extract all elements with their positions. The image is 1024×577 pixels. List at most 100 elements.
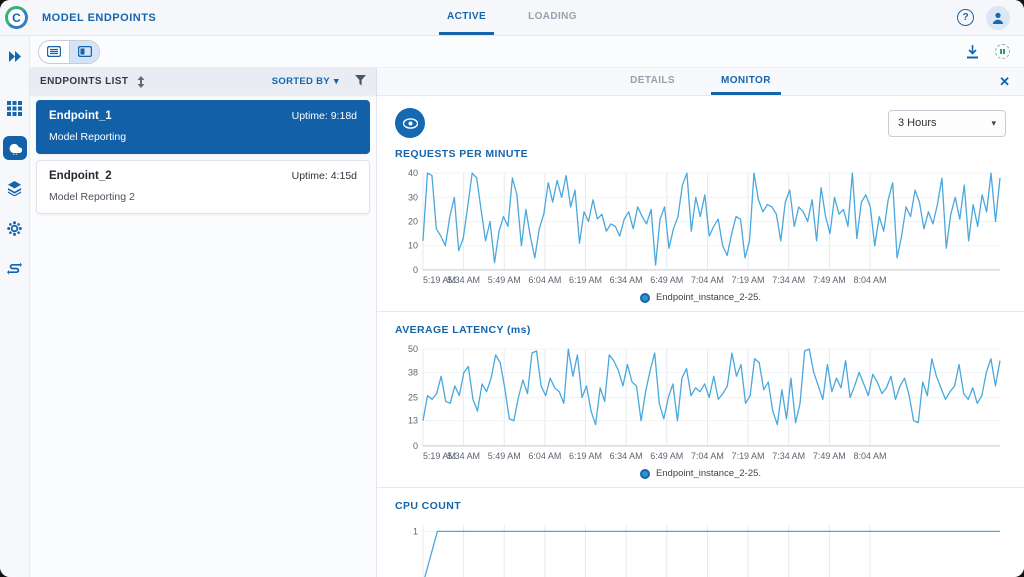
svg-text:6:49 AM: 6:49 AM <box>650 451 683 461</box>
requests-plot: 5:19 AM5:34 AM 5:49 AM 6:04 AM 6:19 AM 6:34 … <box>408 168 1001 285</box>
svg-text:1: 1 <box>413 526 418 536</box>
gear-icon <box>7 220 22 236</box>
grid-icon <box>7 100 22 116</box>
pause-icon <box>995 44 1010 59</box>
sidebar-item-pipelines[interactable] <box>3 256 27 280</box>
svg-text:6:19 AM: 6:19 AM <box>569 275 602 285</box>
svg-text:6:49 AM: 6:49 AM <box>650 275 683 285</box>
top-actions: ? <box>957 5 1024 30</box>
svg-text:7:19 AM: 7:19 AM <box>732 451 765 461</box>
svg-text:30: 30 <box>408 192 418 202</box>
endpoint-uptime: Uptime: 9:18d <box>291 110 357 122</box>
tab-details[interactable]: DETAILS <box>620 68 685 95</box>
svg-text:38: 38 <box>408 367 418 377</box>
visibility-button[interactable] <box>395 108 425 138</box>
top-bar: C MODEL ENDPOINTS ACTIVE LOADING ? <box>0 0 1024 36</box>
sidebar-item-settings[interactable] <box>3 216 27 240</box>
endpoints-list-header: ENDPOINTS LIST SORTED BY ▾ <box>30 68 376 95</box>
sidebar-item-layers[interactable] <box>3 176 27 200</box>
chart-legend[interactable]: Endpoint_instance_2-25. <box>395 292 1006 303</box>
endpoint-card-1[interactable]: Endpoint_1 Uptime: 9:18d Model Reporting <box>36 100 370 154</box>
filter-button[interactable] <box>355 74 366 89</box>
split-view-icon <box>77 46 92 57</box>
sorted-by-dropdown[interactable]: SORTED BY ▾ <box>272 76 339 87</box>
svg-text:7:34 AM: 7:34 AM <box>772 451 805 461</box>
svg-text:7:19 AM: 7:19 AM <box>732 275 765 285</box>
list-view-icon <box>47 46 61 57</box>
route-icon <box>7 261 22 275</box>
toolbar-right <box>966 44 1010 59</box>
svg-text:6:34 AM: 6:34 AM <box>610 275 643 285</box>
filter-icon <box>355 74 366 85</box>
sidebar-rail <box>0 36 30 577</box>
svg-text:7:34 AM: 7:34 AM <box>772 275 805 285</box>
svg-text:20: 20 <box>408 217 418 227</box>
sidebar-item-projects[interactable] <box>3 96 27 120</box>
svg-text:5:34 AM: 5:34 AM <box>447 451 480 461</box>
list-view-button[interactable] <box>39 41 69 63</box>
monitor-controls: 3 Hours ▾ <box>395 108 1006 138</box>
swap-vertical-button[interactable] <box>136 75 146 88</box>
user-avatar[interactable] <box>986 5 1010 30</box>
monitor-tab-bar: DETAILS MONITOR ✕ <box>377 68 1024 96</box>
endpoints-cards: Endpoint_1 Uptime: 9:18d Model Reporting… <box>30 95 376 219</box>
svg-text:5:34 AM: 5:34 AM <box>447 275 480 285</box>
close-icon[interactable]: ✕ <box>999 68 1010 95</box>
svg-text:0: 0 <box>413 441 418 451</box>
svg-text:7:04 AM: 7:04 AM <box>691 275 724 285</box>
chart-title: REQUESTS PER MINUTE <box>395 148 529 160</box>
svg-text:6:04 AM: 6:04 AM <box>528 451 561 461</box>
person-icon <box>992 12 1004 24</box>
svg-text:7:49 AM: 7:49 AM <box>813 451 846 461</box>
endpoints-list-title: ENDPOINTS LIST <box>40 76 129 87</box>
endpoint-uptime: Uptime: 4:15d <box>291 170 357 182</box>
endpoint-description: Model Reporting <box>49 131 127 143</box>
swap-vertical-icon <box>137 75 145 88</box>
svg-text:7:04 AM: 7:04 AM <box>691 451 724 461</box>
app-window: C MODEL ENDPOINTS ACTIVE LOADING ? ENDPO… <box>0 0 1024 577</box>
endpoint-card-2[interactable]: Endpoint_2 Uptime: 4:15d Model Reporting… <box>36 160 370 214</box>
svg-text:0: 0 <box>413 265 418 275</box>
double-chevron-right-icon <box>8 50 21 62</box>
time-range-select[interactable]: 3 Hours ▾ <box>888 109 1006 137</box>
sorted-by-label: SORTED BY <box>271 76 330 87</box>
latency-plot: 5:19 AM5:34 AM 5:49 AM 6:04 AM 6:19 AM 6:34 … <box>408 344 1001 461</box>
tab-monitor[interactable]: MONITOR <box>711 68 781 95</box>
cpu-count-chart: CPU COUNT 1 <box>395 500 1006 577</box>
sidebar-expand-button[interactable] <box>3 44 27 68</box>
help-icon[interactable]: ? <box>957 9 974 26</box>
chart-legend[interactable]: Endpoint_instance_2-25. <box>395 468 1006 479</box>
svg-text:25: 25 <box>408 393 418 403</box>
monitor-body: 3 Hours ▾ REQUESTS PER MINUTE 5:19 AM 5:3… <box>377 96 1024 577</box>
svg-text:5:49 AM: 5:49 AM <box>488 451 521 461</box>
view-toggle-group <box>38 39 100 64</box>
time-range-value: 3 Hours <box>898 117 937 129</box>
download-icon <box>967 44 978 58</box>
endpoint-description: Model Reporting 2 <box>49 191 135 203</box>
cloud-endpoint-icon <box>9 143 22 155</box>
auto-refresh-pause-button[interactable] <box>995 44 1010 59</box>
svg-text:8:04 AM: 8:04 AM <box>854 451 887 461</box>
tab-loading[interactable]: LOADING <box>520 0 585 35</box>
cpu-plot: 1 <box>413 525 1001 577</box>
app-logo-icon: C <box>5 6 28 29</box>
caret-down-icon: ▾ <box>333 76 339 87</box>
chart-title: CPU COUNT <box>395 500 462 512</box>
legend-dot-icon <box>639 468 650 479</box>
tab-active[interactable]: ACTIVE <box>439 0 495 35</box>
toolbar <box>30 36 1024 68</box>
download-button[interactable] <box>966 44 979 59</box>
page-title: MODEL ENDPOINTS <box>42 11 157 24</box>
sidebar-item-model-endpoints[interactable] <box>2 136 27 160</box>
section-divider <box>377 311 1024 312</box>
split-view-button[interactable] <box>69 40 99 63</box>
svg-text:50: 50 <box>408 344 418 354</box>
eye-icon <box>402 117 418 129</box>
section-divider <box>377 487 1024 488</box>
svg-text:13: 13 <box>408 416 418 426</box>
caret-down-icon: ▾ <box>991 117 996 128</box>
layers-icon <box>7 180 22 196</box>
svg-text:10: 10 <box>408 241 418 251</box>
legend-label: Endpoint_instance_2-25. <box>655 468 762 479</box>
svg-text:6:04 AM: 6:04 AM <box>528 275 561 285</box>
